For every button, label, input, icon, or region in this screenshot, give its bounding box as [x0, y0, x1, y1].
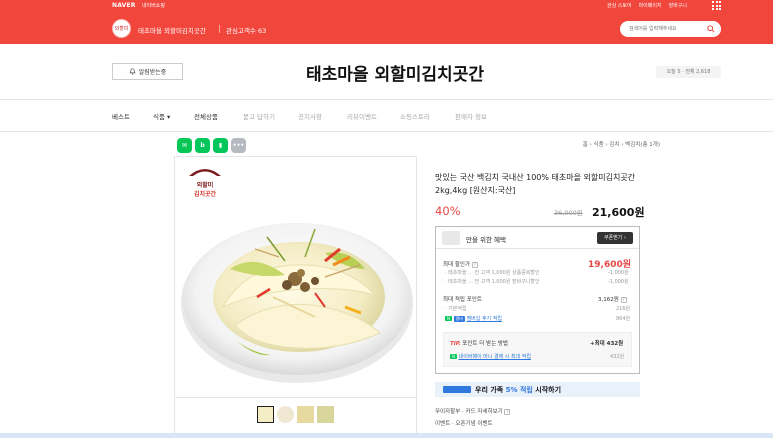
review-points-value: 864원: [616, 316, 631, 322]
bell-icon: [129, 68, 136, 75]
tip-title: TIP. 포인트 더 받는 방법: [450, 341, 508, 347]
discount-item-2-value: -1,000원: [608, 279, 629, 285]
thumbnail-strip: [175, 397, 416, 430]
benefit-box: 만을 위한 혜택 쿠폰받기 › 최대 할인가 ? 19,600원 · 태초마을 …: [435, 226, 640, 374]
nav-item-food[interactable]: 식품 ▾: [153, 111, 170, 121]
family-text: 우리 가족 5% 적립 시작하기: [475, 386, 562, 394]
nav-item-seller-info[interactable]: 판매자 정보: [455, 111, 487, 121]
visitor-count: 오늘 5 · 전체 2,618: [656, 66, 721, 78]
thumbnail-3[interactable]: [297, 406, 314, 423]
thumbnail-1[interactable]: [257, 406, 274, 423]
nav-item-review-event[interactable]: 리뷰이벤트: [347, 111, 377, 121]
naver-logo[interactable]: NAVER: [112, 2, 136, 9]
help-icon[interactable]: ?: [504, 408, 511, 415]
membership-icon: 멤버: [453, 315, 465, 322]
thumbnail-4[interactable]: [317, 406, 334, 423]
discount-item-2: · 태초마을 ... 전 고객 1,000원 장바구니할인: [445, 279, 540, 285]
share-buttons: ✉ b ▮ •••: [177, 138, 246, 153]
points-label: 최대 적립 포인트: [443, 297, 482, 303]
product-main-image[interactable]: [175, 157, 416, 397]
event-info[interactable]: 이벤트 · 오픈기념 이벤트: [435, 419, 493, 427]
npay-icon: N: [450, 354, 457, 359]
bottom-bar: [0, 433, 773, 438]
help-icon[interactable]: ?: [620, 296, 627, 303]
naver-shopping-link[interactable]: 네이버쇼핑: [142, 2, 165, 9]
nav-item-all-products[interactable]: 전체상품: [194, 111, 218, 121]
store-header-bar: NAVER 네이버쇼핑 관심 스토어 마이페이지 장바구니 외할미 태초마을 외…: [0, 0, 773, 44]
basic-points-value: 216원: [616, 306, 631, 312]
max-discount-label: 최대 할인가 ?: [443, 261, 478, 268]
discount-item-1: · 태초마을 ... 전 고객 1,000원 상품중복할인: [445, 270, 540, 276]
help-icon[interactable]: ?: [471, 261, 478, 268]
review-points-label: N 멤버 멤버십 후기 적립: [445, 315, 502, 322]
tip-item-value: 432원: [610, 354, 625, 360]
search-box[interactable]: [620, 21, 721, 37]
gnb-link-fav-store[interactable]: 관심 스토어: [607, 2, 632, 9]
basic-points-label: · 기본적립: [445, 306, 467, 312]
user-avatar: [442, 231, 460, 245]
more-share-icon[interactable]: •••: [231, 138, 246, 153]
divider: [219, 25, 220, 33]
tip-box: TIP. 포인트 더 받는 방법 +최대 432원 N 네이버페이 머니 결제 …: [443, 332, 632, 367]
band-share-icon[interactable]: b: [195, 138, 210, 153]
gnb-links: 관심 스토어 마이페이지 장바구니: [607, 2, 687, 9]
thumbnail-2[interactable]: [277, 406, 294, 423]
family-benefit-banner[interactable]: 우리 가족 5% 적립 시작하기: [435, 382, 640, 397]
benefit-header: 만을 위한 혜택 쿠폰받기 ›: [436, 227, 639, 249]
gnb-link-mypage[interactable]: 마이페이지: [639, 2, 662, 9]
breadcrumb[interactable]: 홈 › 식품 › 김치 › 백김치(총 1개): [540, 140, 660, 148]
store-name[interactable]: 태초마을 외할미김치곳간: [138, 25, 206, 35]
nav-item-qna[interactable]: 묻고 답하기: [243, 111, 275, 121]
original-price: 36,000원: [554, 209, 583, 217]
discount-rate: 40%: [435, 204, 461, 218]
search-input[interactable]: [629, 24, 705, 34]
nav-item-shopping-story[interactable]: 쇼핑스토리: [400, 111, 430, 121]
product-image-panel: 외할미 김치곳간: [174, 156, 417, 438]
points-value: 3,162원 ?: [598, 296, 627, 303]
line-share-icon[interactable]: ✉: [177, 138, 192, 153]
category-nav: 베스트 식품 ▾ 전체상품 묻고 답하기 공지사항 리뷰이벤트 쇼핑스토리 판매…: [0, 100, 773, 132]
tip-value: +최대 432원: [590, 341, 624, 347]
app-grid-icon[interactable]: [712, 1, 721, 10]
fav-customer-count[interactable]: 관심고객수 63: [226, 25, 266, 35]
nav-item-best[interactable]: 베스트: [112, 111, 130, 121]
store-avatar[interactable]: 외할미: [112, 19, 131, 38]
coupon-button[interactable]: 쿠폰받기 ›: [597, 232, 633, 244]
store-info-row: 외할미 태초마을 외할미김치곳간 관심고객수 63: [0, 17, 773, 41]
npay-family-icon: [443, 386, 471, 393]
installment-info[interactable]: 무이자할부 · 카드 자세히보기 ?: [435, 407, 511, 415]
tip-item[interactable]: N 네이버페이 머니 결제 시 최대 적립: [450, 353, 531, 360]
global-nav: NAVER 네이버쇼핑 관심 스토어 마이페이지 장바구니: [0, 0, 773, 11]
search-icon[interactable]: [707, 25, 715, 33]
benefit-title: 만을 위한 혜택: [466, 236, 507, 244]
store-title-area: 알림받는중 태초마을 외할미김치곳간 오늘 5 · 전체 2,618: [0, 44, 773, 100]
alarm-label: 알림받는중: [138, 69, 167, 76]
alarm-button[interactable]: 알림받는중: [112, 63, 183, 80]
npay-icon: N: [445, 316, 452, 321]
gnb-link-cart[interactable]: 장바구니: [669, 2, 687, 9]
product-title: 맛있는 국산 백김치 국내산 100% 태초마을 외할미김치곳간 2kg,4kg…: [435, 173, 636, 195]
sale-price: 21,600원: [592, 206, 645, 219]
discount-item-1-value: -1,000원: [608, 270, 629, 276]
nav-item-notice[interactable]: 공지사항: [298, 111, 322, 121]
blog-share-icon[interactable]: ▮: [213, 138, 228, 153]
page-title[interactable]: 태초마을 외할미김치곳간: [260, 60, 530, 85]
